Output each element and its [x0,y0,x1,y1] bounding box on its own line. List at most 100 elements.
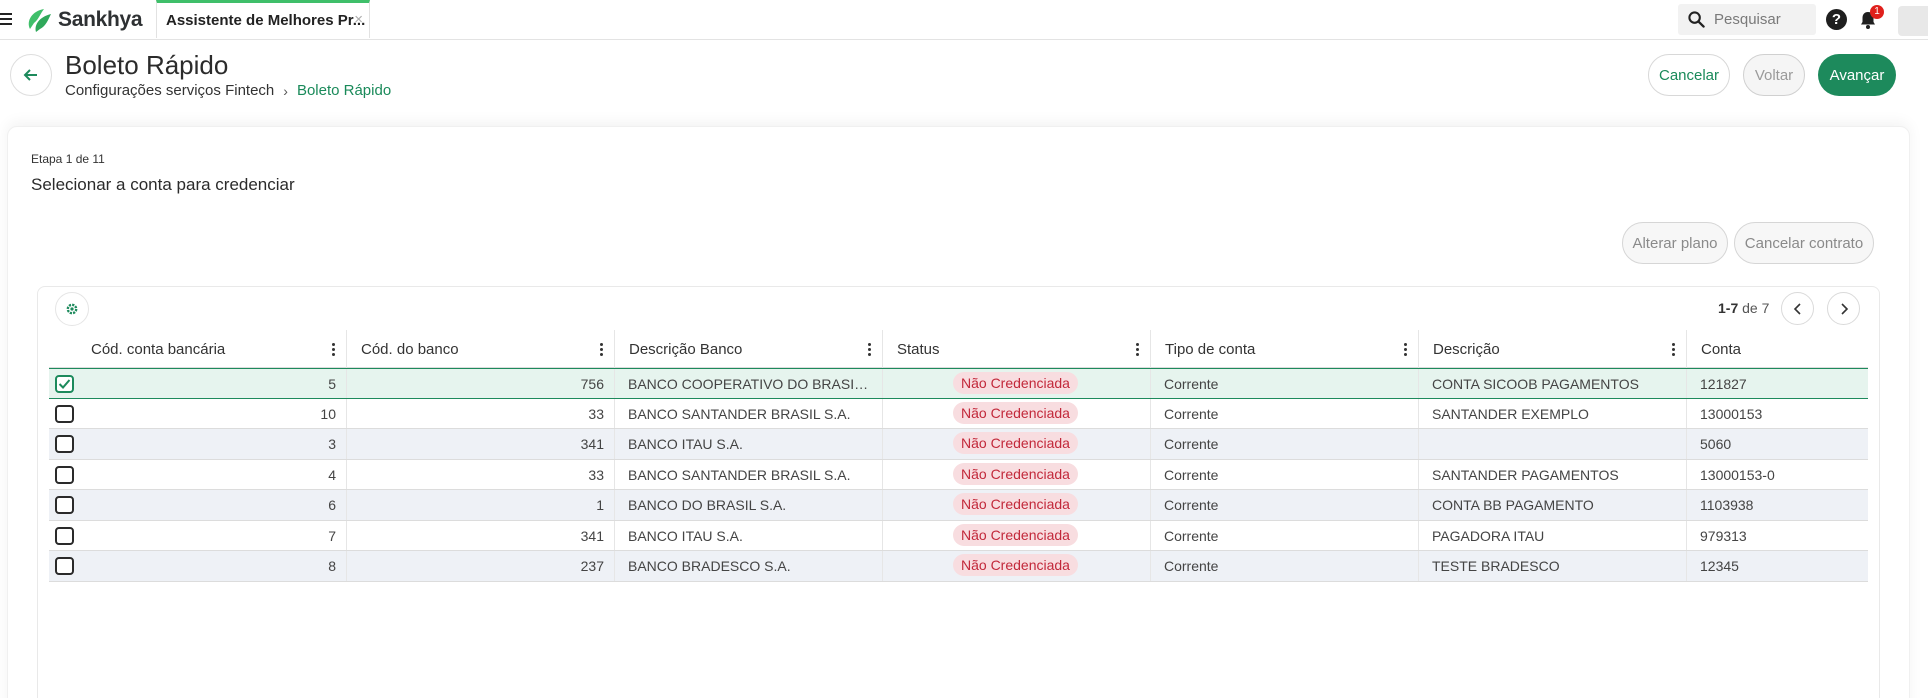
cell-text: 6 [328,497,336,513]
cell-text: Corrente [1164,497,1219,513]
cell-descricao-banco: BANCO BRADESCO S.A. [615,551,883,581]
previous-page-button[interactable] [1781,292,1814,325]
row-checkbox[interactable] [55,375,74,393]
column-header-descricao[interactable]: Descrição [1419,330,1687,368]
search-input[interactable] [1714,4,1810,35]
check-icon [58,379,71,389]
sankhya-logo-icon [28,9,51,32]
search-icon [1688,11,1705,28]
column-header-descricao-banco[interactable]: Descrição Banco [615,330,883,368]
cell-text: 756 [580,376,604,392]
column-header-cod-banco[interactable]: Cód. do banco [347,330,615,368]
cell-descricao-banco: BANCO COOPERATIVO DO BRASIL S.A. [615,369,883,398]
table-row[interactable]: 7 341 BANCO ITAU S.A. Não Credenciada Co… [49,520,1868,551]
column-label: Tipo de conta [1165,341,1256,358]
column-menu-icon[interactable] [1672,343,1676,356]
cell-conta: 13000153 [1687,399,1868,429]
cell-status: Não Credenciada [883,490,1151,520]
row-checkbox[interactable] [55,557,74,575]
cell-descricao-banco: BANCO SANTANDER BRASIL S.A. [615,459,883,489]
cell-cod-banco: 341 [347,429,615,459]
avatar[interactable] [1898,6,1928,36]
pagination-total: de 7 [1742,300,1770,316]
cell-conta: 1103938 [1687,490,1868,520]
cell-descricao: TESTE BRADESCO [1419,551,1687,581]
table-row[interactable]: 5 756 BANCO COOPERATIVO DO BRASIL S.A. N… [49,368,1868,399]
column-menu-icon[interactable] [868,343,872,356]
next-button[interactable]: Avançar [1818,54,1896,96]
cell-text: 979313 [1700,527,1747,544]
breadcrumb-item[interactable]: Configurações serviços Fintech [65,82,274,99]
cell-text: Corrente [1164,558,1219,574]
tab-assistente[interactable]: Assistente de Melhores Pr... × [156,0,370,38]
next-page-button[interactable] [1827,292,1860,325]
breadcrumb-current[interactable]: Boleto Rápido [297,82,391,99]
column-menu-icon[interactable] [1404,343,1408,356]
column-label: Status [897,341,940,358]
cell-text: 341 [580,527,604,544]
cancel-button[interactable]: Cancelar [1648,54,1730,96]
cell-text: CONTA BB PAGAMENTO [1432,497,1594,513]
column-menu-icon[interactable] [600,343,604,356]
breadcrumb: Configurações serviços Fintech › Boleto … [65,82,391,99]
close-icon[interactable]: × [354,11,363,28]
menu-icon[interactable] [0,10,14,28]
table-row[interactable]: 3 341 BANCO ITAU S.A. Não Credenciada Co… [49,429,1868,460]
table-header: Cód. conta bancária Cód. do banco Descri… [49,330,1868,368]
row-checkbox[interactable] [55,404,74,423]
cell-text: 10 [320,405,336,422]
previous-button[interactable]: Voltar [1743,54,1805,96]
cancel-contract-button[interactable]: Cancelar contrato [1734,222,1874,264]
help-icon[interactable]: ? [1826,9,1847,30]
status-badge: Não Credenciada [953,432,1078,454]
change-plan-button[interactable]: Alterar plano [1622,222,1728,264]
cell-status: Não Credenciada [883,520,1151,550]
status-badge: Não Credenciada [953,493,1078,515]
column-header-tipo-conta[interactable]: Tipo de conta [1151,330,1419,368]
top-bar: Sankhya Assistente de Melhores Pr... × ?… [0,0,1928,40]
search-box[interactable] [1678,4,1816,35]
status-badge: Não Credenciada [953,462,1078,485]
row-checkbox[interactable] [55,526,74,545]
status-badge: Não Credenciada [953,401,1078,424]
cell-tipo-conta: Corrente [1151,551,1419,581]
cell-cod-conta: 4 [49,459,347,489]
cell-cod-banco: 33 [347,459,615,489]
brand-logo[interactable]: Sankhya [24,5,143,35]
cell-text: Corrente [1164,527,1219,544]
cell-cod-banco: 33 [347,398,615,428]
table-row[interactable]: 4 33 BANCO SANTANDER BRASIL S.A. Não Cre… [49,459,1868,490]
cell-cod-banco: 756 [347,369,615,398]
column-menu-icon[interactable] [332,343,336,356]
cell-text: 5 [328,376,336,392]
table-row[interactable]: 6 1 BANCO DO BRASIL S.A. Não Credenciada… [49,490,1868,521]
table-row[interactable]: 10 33 BANCO SANTANDER BRASIL S.A. Não Cr… [49,398,1868,429]
cell-text: TESTE BRADESCO [1432,558,1560,574]
cell-status: Não Credenciada [883,369,1151,398]
cell-tipo-conta: Corrente [1151,398,1419,428]
cell-text: CONTA SICOOB PAGAMENTOS [1432,376,1639,392]
cell-text: SANTANDER EXEMPLO [1432,405,1589,422]
cell-tipo-conta: Corrente [1151,520,1419,550]
table-row[interactable]: 8 237 BANCO BRADESCO S.A. Não Credenciad… [49,551,1868,582]
cell-tipo-conta: Corrente [1151,490,1419,520]
column-header-status[interactable]: Status [883,330,1151,368]
row-checkbox[interactable] [55,496,74,514]
cell-descricao: CONTA SICOOB PAGAMENTOS [1419,369,1687,398]
cell-text: BANCO BRADESCO S.A. [628,558,791,574]
row-checkbox[interactable] [55,465,74,484]
column-header-conta[interactable]: Conta [1687,330,1868,368]
cell-text: 237 [580,558,604,574]
table-body: 5 756 BANCO COOPERATIVO DO BRASIL S.A. N… [49,368,1868,582]
cell-conta: 979313 [1687,521,1868,551]
cell-cod-banco: 237 [347,551,615,581]
cell-text: 33 [588,466,604,483]
column-header-cod-conta[interactable]: Cód. conta bancária [49,330,347,368]
cell-text: 4 [328,466,336,483]
column-menu-icon[interactable] [1136,343,1140,356]
back-button[interactable] [10,54,52,96]
cell-text: 341 [580,436,604,452]
row-checkbox[interactable] [55,435,74,453]
grid-settings-button[interactable] [55,292,89,326]
cell-conta: 5060 [1687,429,1868,459]
